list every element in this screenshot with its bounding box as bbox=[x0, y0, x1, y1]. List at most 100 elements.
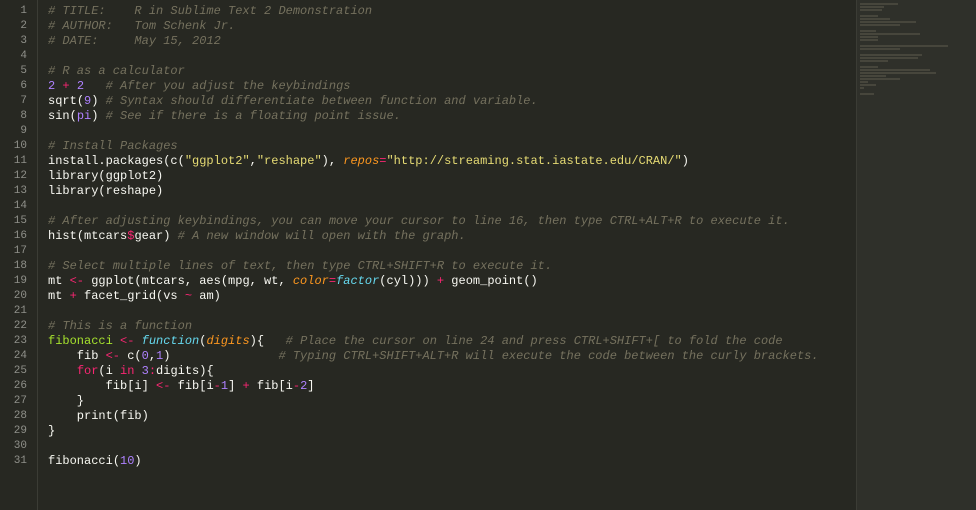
code-token: ) bbox=[134, 454, 141, 468]
code-line[interactable] bbox=[48, 304, 856, 319]
code-token bbox=[84, 79, 106, 93]
code-line[interactable]: print(fib) bbox=[48, 409, 856, 424]
code-token: # Typing CTRL+SHIFT+ALT+R will execute t… bbox=[278, 349, 818, 363]
line-number: 9 bbox=[0, 124, 27, 139]
code-token: ] bbox=[307, 379, 314, 393]
code-token: (i bbox=[98, 364, 120, 378]
minimap-line bbox=[860, 93, 874, 95]
minimap-line bbox=[860, 18, 890, 20]
code-line[interactable]: # TITLE: R in Sublime Text 2 Demonstrati… bbox=[48, 4, 856, 19]
code-line[interactable]: } bbox=[48, 394, 856, 409]
minimap-line bbox=[860, 33, 920, 35]
code-token bbox=[134, 334, 141, 348]
minimap-line bbox=[860, 24, 900, 26]
code-token: ) bbox=[682, 154, 689, 168]
minimap-line bbox=[860, 84, 876, 86]
line-number: 17 bbox=[0, 244, 27, 259]
code-token: # Install Packages bbox=[48, 139, 178, 153]
code-token: ( bbox=[113, 454, 120, 468]
code-line[interactable]: sqrt(9) # Syntax should differentiate be… bbox=[48, 94, 856, 109]
code-token: ) bbox=[91, 109, 105, 123]
code-line[interactable]: # DATE: May 15, 2012 bbox=[48, 34, 856, 49]
line-number: 27 bbox=[0, 394, 27, 409]
minimap-line bbox=[860, 60, 888, 62]
code-line[interactable]: # After adjusting keybindings, you can m… bbox=[48, 214, 856, 229]
minimap-line bbox=[860, 3, 898, 5]
line-number: 10 bbox=[0, 139, 27, 154]
minimap-line bbox=[860, 21, 916, 23]
code-line[interactable]: # R as a calculator bbox=[48, 64, 856, 79]
minimap-line bbox=[860, 78, 900, 80]
code-line[interactable] bbox=[48, 124, 856, 139]
code-token: (mtcars bbox=[77, 229, 127, 243]
code-area[interactable]: # TITLE: R in Sublime Text 2 Demonstrati… bbox=[38, 0, 856, 510]
code-line[interactable]: # Select multiple lines of text, then ty… bbox=[48, 259, 856, 274]
code-token: fib[i bbox=[170, 379, 213, 393]
code-editor[interactable]: 1234567891011121314151617181920212223242… bbox=[0, 0, 856, 510]
code-line[interactable]: library(ggplot2) bbox=[48, 169, 856, 184]
code-line[interactable]: 2 + 2 # After you adjust the keybindings bbox=[48, 79, 856, 94]
code-token: # DATE: May 15, 2012 bbox=[48, 34, 221, 48]
code-token: <- bbox=[120, 334, 134, 348]
code-line[interactable]: mt + facet_grid(vs ~ am) bbox=[48, 289, 856, 304]
minimap-line bbox=[860, 87, 864, 89]
code-line[interactable]: for(i in 3:digits){ bbox=[48, 364, 856, 379]
code-line[interactable]: # This is a function bbox=[48, 319, 856, 334]
code-token: 10 bbox=[120, 454, 134, 468]
code-token: ggplot(mtcars, aes(mpg, wt, bbox=[84, 274, 293, 288]
code-token: geom_point() bbox=[444, 274, 538, 288]
code-token bbox=[134, 364, 141, 378]
minimap-line bbox=[860, 15, 878, 17]
code-token: "ggplot2" bbox=[185, 154, 250, 168]
code-line[interactable]: fibonacci <- function(digits){ # Place t… bbox=[48, 334, 856, 349]
code-token: mt bbox=[48, 289, 70, 303]
code-token: repos bbox=[343, 154, 379, 168]
code-token: ) bbox=[91, 94, 105, 108]
line-number: 20 bbox=[0, 289, 27, 304]
code-token: print(fib) bbox=[48, 409, 149, 423]
code-line[interactable] bbox=[48, 244, 856, 259]
code-token: ~ bbox=[185, 289, 192, 303]
code-token: fib[i bbox=[250, 379, 293, 393]
minimap-line bbox=[860, 75, 886, 77]
code-token: digits){ bbox=[156, 364, 214, 378]
line-number-gutter: 1234567891011121314151617181920212223242… bbox=[0, 0, 38, 510]
minimap[interactable] bbox=[856, 0, 976, 510]
code-token: ) bbox=[163, 349, 278, 363]
code-line[interactable] bbox=[48, 199, 856, 214]
code-token: + bbox=[70, 289, 77, 303]
code-line[interactable]: fib[i] <- fib[i-1] + fib[i-2] bbox=[48, 379, 856, 394]
code-line[interactable]: mt <- ggplot(mtcars, aes(mpg, wt, color=… bbox=[48, 274, 856, 289]
line-number: 7 bbox=[0, 94, 27, 109]
code-line[interactable]: # Install Packages bbox=[48, 139, 856, 154]
code-line[interactable]: # AUTHOR: Tom Schenk Jr. bbox=[48, 19, 856, 34]
line-number: 25 bbox=[0, 364, 27, 379]
code-token: am) bbox=[192, 289, 221, 303]
code-token: fibonacci bbox=[48, 334, 113, 348]
minimap-line bbox=[860, 9, 882, 11]
code-line[interactable] bbox=[48, 49, 856, 64]
code-line[interactable]: hist(mtcars$gear) # A new window will op… bbox=[48, 229, 856, 244]
code-token: # Syntax should differentiate between fu… bbox=[106, 94, 538, 108]
code-token: + bbox=[62, 79, 69, 93]
line-number: 2 bbox=[0, 19, 27, 34]
code-line[interactable]: library(reshape) bbox=[48, 184, 856, 199]
code-token: <- bbox=[106, 349, 120, 363]
code-token: c( bbox=[120, 349, 142, 363]
code-token: function bbox=[142, 334, 200, 348]
code-token: <- bbox=[70, 274, 84, 288]
minimap-line bbox=[860, 6, 884, 8]
code-line[interactable]: } bbox=[48, 424, 856, 439]
code-line[interactable]: fibonacci(10) bbox=[48, 454, 856, 469]
code-line[interactable]: install.packages(c("ggplot2","reshape"),… bbox=[48, 154, 856, 169]
minimap-line bbox=[860, 54, 922, 56]
code-line[interactable]: fib <- c(0,1) # Typing CTRL+SHIFT+ALT+R … bbox=[48, 349, 856, 364]
code-token: , bbox=[250, 154, 257, 168]
code-line[interactable]: sin(pi) # See if there is a floating poi… bbox=[48, 109, 856, 124]
code-token: facet_grid(vs bbox=[77, 289, 185, 303]
minimap-line bbox=[860, 72, 936, 74]
code-token: (cyl))) bbox=[379, 274, 437, 288]
code-line[interactable] bbox=[48, 439, 856, 454]
minimap-line bbox=[860, 36, 878, 38]
code-token: "reshape" bbox=[257, 154, 322, 168]
